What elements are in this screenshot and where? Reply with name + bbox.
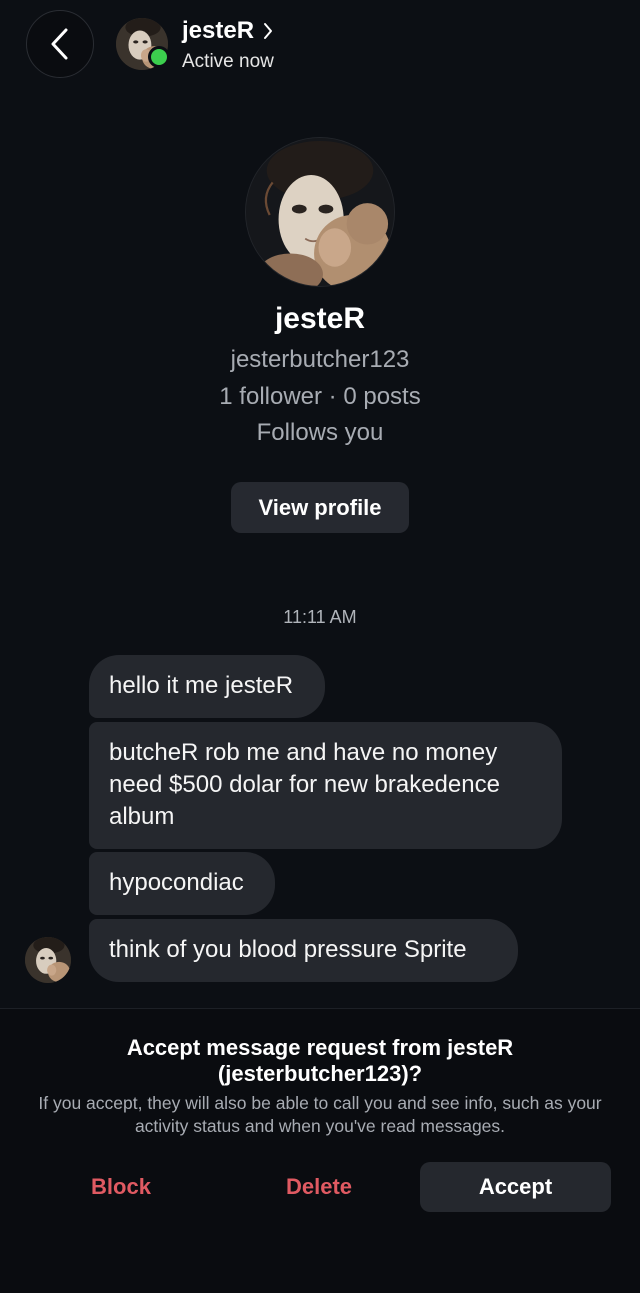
- request-title: Accept message request from jesteR (jest…: [126, 1035, 514, 1086]
- view-profile-button[interactable]: View profile: [231, 482, 409, 533]
- active-status: Active now: [182, 51, 274, 72]
- message-bubble[interactable]: hello it me jesteR: [89, 655, 325, 718]
- accept-button[interactable]: Accept: [420, 1162, 611, 1212]
- delete-button[interactable]: Delete: [239, 1162, 399, 1212]
- header-name-link[interactable]: jesteR: [182, 17, 273, 45]
- message-bubble[interactable]: think of you blood pressure Sprite: [89, 919, 518, 982]
- message-timestamp: 11:11 AM: [283, 607, 357, 627]
- online-status-dot: [148, 46, 170, 68]
- conversation-header: jesteR Active now: [0, 0, 640, 100]
- message-bubble[interactable]: butcheR rob me and have no money need $5…: [89, 722, 562, 849]
- profile-name: jesteR: [274, 302, 366, 335]
- profile-avatar[interactable]: [246, 138, 394, 286]
- chevron-right-icon: [263, 22, 273, 40]
- follows-you-label: Follows you: [256, 419, 384, 446]
- back-button[interactable]: [26, 10, 94, 78]
- profile-stats: 1 follower · 0 posts: [219, 383, 421, 410]
- profile-username: jesterbutcher123: [230, 346, 410, 373]
- message-request-panel: Accept message request from jesteR (jest…: [0, 1008, 640, 1293]
- header-avatar[interactable]: [116, 18, 170, 70]
- contact-name: jesteR: [182, 17, 255, 44]
- block-button[interactable]: Block: [41, 1162, 201, 1212]
- message-bubble[interactable]: hypocondiac: [89, 852, 275, 915]
- chevron-left-icon: [51, 28, 68, 60]
- request-description: If you accept, they will also be able to…: [38, 1093, 602, 1136]
- sender-avatar[interactable]: [25, 937, 71, 983]
